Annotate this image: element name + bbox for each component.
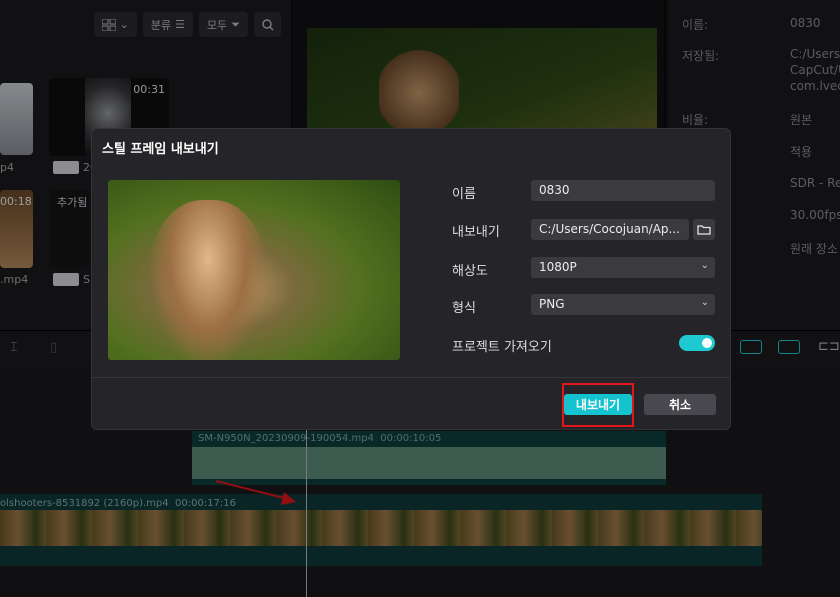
export-path-input[interactable]: C:/Users/Cocojuan/Ap... bbox=[531, 219, 689, 240]
cancel-button[interactable]: 취소 bbox=[644, 394, 716, 415]
still-frame-preview bbox=[108, 180, 400, 360]
import-project-label: 프로젝트 가져오기 bbox=[452, 340, 552, 355]
resolution-label: 해상도 bbox=[452, 264, 488, 279]
name-input[interactable]: 0830 bbox=[531, 180, 715, 201]
format-value: PNG bbox=[539, 297, 565, 311]
format-select[interactable]: PNG ⌄ bbox=[531, 294, 715, 315]
import-project-toggle[interactable] bbox=[679, 335, 715, 351]
browse-folder-button[interactable] bbox=[693, 219, 715, 240]
export-path-label: 내보내기 bbox=[452, 225, 500, 240]
toggle-knob bbox=[702, 338, 712, 348]
dialog-divider bbox=[92, 377, 730, 378]
folder-icon bbox=[697, 225, 711, 235]
chevron-down-icon: ⌄ bbox=[700, 260, 709, 271]
format-label: 형식 bbox=[452, 301, 476, 316]
resolution-select[interactable]: 1080P ⌄ bbox=[531, 257, 715, 278]
name-label: 이름 bbox=[452, 187, 476, 202]
dialog-title: 스틸 프레임 내보내기 bbox=[102, 142, 219, 157]
highlight-box bbox=[562, 383, 634, 427]
chevron-down-icon: ⌄ bbox=[700, 297, 709, 308]
resolution-value: 1080P bbox=[539, 260, 577, 274]
export-still-frame-dialog: 스틸 프레임 내보내기 이름 0830 내보내기 C:/Users/Cocoju… bbox=[91, 128, 731, 430]
